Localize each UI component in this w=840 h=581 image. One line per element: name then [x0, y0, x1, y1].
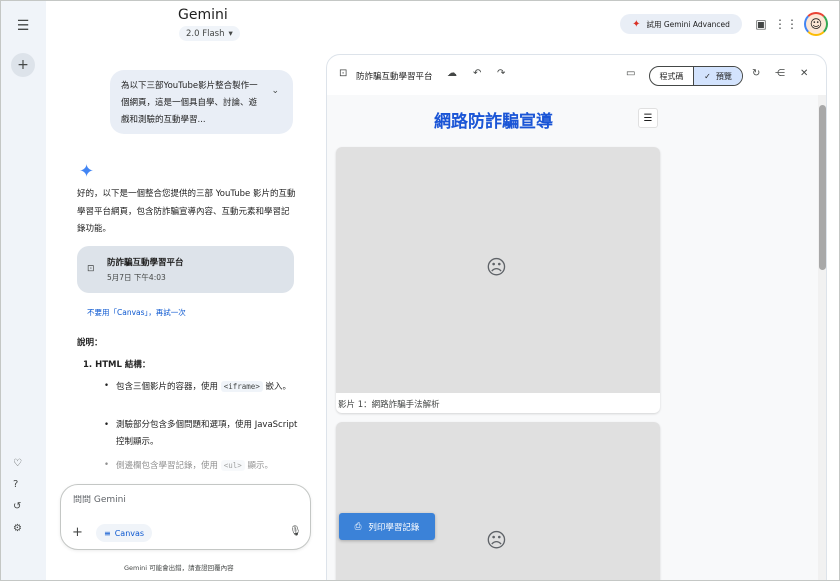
plus-icon: +	[17, 57, 29, 73]
canvas-preview: 網路防詐騙宣導 ☰ ☹ 影片 1：網路詐騙手法解析 ☹ ⎙ 列印學習記錄	[327, 95, 826, 580]
prompt-input[interactable]	[73, 495, 293, 505]
code-tab[interactable]: 程式碼	[650, 67, 694, 85]
preview-tab[interactable]: ✓ 預覽	[694, 67, 742, 85]
bullet-item: 包含三個影片的容器，使用 <iframe> 嵌入。	[104, 378, 301, 396]
avatar[interactable]: ☺	[804, 12, 828, 36]
video-caption: 影片 1：網路詐騙手法解析	[338, 400, 440, 410]
video-embed-frame[interactable]: ☹	[336, 422, 660, 580]
code-preview-toggle: 程式碼 ✓ 預覽	[649, 66, 743, 86]
brand-title: Gemini	[178, 7, 228, 23]
user-prompt-text: 為以下三部YouTube影片整合製作一個網頁，這是一個具自學、討論、遊戲和測驗的…	[121, 81, 258, 125]
prompt-composer: + ≡ Canvas 🎙	[60, 484, 311, 550]
history-icon[interactable]: ↺	[13, 501, 21, 512]
answer-intro: 好的，以下是一個整合您提供的三部 YouTube 影片的互動學習平台網頁，包含防…	[77, 189, 296, 234]
scrollbar-thumb[interactable]	[819, 105, 826, 270]
refresh-icon[interactable]: ↻	[752, 68, 760, 79]
microphone-icon[interactable]: 🎙	[289, 526, 302, 537]
section-title: 說明：	[77, 338, 103, 348]
bullet-item: 測驗部分包含多個問題和選項，使用 JavaScript 控制顯示。	[104, 417, 301, 451]
canvas-panel: ⊡ 防詐騙互動學習平台 ☁ ↶ ↷ ▭ 程式碼 ✓ 預覽 ↻ ⋲ ✕ 網路防詐騙…	[326, 54, 827, 580]
list-item-html-structure: 1. HTML 結構：	[83, 360, 151, 370]
bullet-text: 測驗部分包含多個問題和選項，使用 JavaScript 控制顯示。	[116, 420, 298, 447]
video-card: ☹	[336, 422, 660, 580]
disclaimer: Gemini 可能會出錯，請查證回覆內容	[124, 564, 234, 572]
expand-chevron-icon[interactable]: ⌄	[271, 83, 279, 100]
canvas-icon: ≡	[104, 528, 111, 538]
bullet-text: 嵌入。	[262, 382, 292, 392]
model-selector[interactable]: 2.0 Flash ▾	[179, 26, 240, 41]
gear-icon[interactable]: ⚙	[13, 523, 22, 534]
preview-scrollbar[interactable]	[818, 95, 826, 580]
advanced-label: 試用 Gemini Advanced	[646, 19, 730, 29]
model-label: 2.0 Flash	[186, 28, 225, 39]
canvas-header: ⊡ 防詐騙互動學習平台 ☁ ↶ ↷ ▭ 程式碼 ✓ 預覽 ↻ ⋲ ✕	[327, 55, 826, 95]
add-attachment-plus-icon[interactable]: +	[72, 525, 83, 540]
help-icon[interactable]: ?	[13, 479, 18, 490]
check-icon: ✓	[704, 71, 711, 81]
inline-code: <ul>	[220, 460, 245, 471]
undo-icon[interactable]: ↶	[473, 68, 481, 79]
preview-tab-label: 預覽	[715, 71, 732, 81]
bullet-text: 包含三個影片的容器，使用	[116, 382, 221, 392]
gem-heart-icon[interactable]: ♡	[13, 458, 22, 469]
close-icon[interactable]: ✕	[800, 68, 808, 79]
video-embed-frame[interactable]: ☹	[336, 147, 660, 393]
bullet-text: 側邊欄包含學習記錄，使用	[116, 461, 221, 471]
preview-hamburger-icon[interactable]: ☰	[638, 108, 658, 128]
redo-icon[interactable]: ↷	[497, 68, 505, 79]
preview-page-title: 網路防詐騙宣導	[434, 112, 553, 132]
cloud-icon[interactable]: ☁	[447, 68, 457, 79]
doc-card-title: 防詐騙互動學習平台	[107, 258, 184, 268]
new-chat-button[interactable]: +	[11, 53, 35, 77]
video-card: ☹ 影片 1：網路詐騙手法解析	[336, 147, 660, 413]
retry-without-canvas-link[interactable]: 不要用「Canvas」，再試一次	[87, 307, 186, 318]
doc-card-time: 5月7日 下午4:03	[107, 273, 166, 282]
gemini-window: ☰ + ♡ ? ↺ ⚙ Gemini 2.0 Flash ▾ ✦ 試用 Gemi…	[0, 0, 840, 581]
apps-grid-icon[interactable]: ⋮⋮	[774, 15, 798, 33]
bullet-item: 側邊欄包含學習記錄，使用 <ul> 顯示。	[104, 457, 301, 475]
main-area: Gemini 2.0 Flash ▾ ✦ 試用 Gemini Advanced …	[46, 1, 839, 580]
canvas-label: Canvas	[114, 528, 145, 538]
bullet-text: 顯示。	[244, 461, 273, 471]
canvas-doc-card[interactable]: ⊡ 防詐騙互動學習平台 5月7日 下午4:03	[77, 246, 294, 293]
left-rail: ☰ + ♡ ? ↺ ⚙	[1, 1, 46, 580]
print-record-button[interactable]: ⎙ 列印學習記錄	[339, 513, 435, 540]
briefcase-icon[interactable]: ▣	[752, 15, 770, 33]
broken-file-icon: ☹	[486, 255, 507, 279]
try-advanced-button[interactable]: ✦ 試用 Gemini Advanced	[620, 14, 742, 34]
document-icon: ⊡	[339, 68, 348, 79]
share-icon[interactable]: ⋲	[775, 68, 785, 79]
hamburger-icon[interactable]: ☰	[11, 14, 35, 38]
gemini-spark-icon: ✦	[79, 161, 95, 182]
inline-code: <iframe>	[220, 381, 263, 392]
console-icon[interactable]: ▭	[626, 68, 635, 79]
sparkle-icon: ✦	[632, 18, 641, 30]
print-label: 列印學習記錄	[368, 522, 420, 533]
user-prompt-bubble: 為以下三部YouTube影片整合製作一個網頁，這是一個具自學、討論、遊戲和測驗的…	[110, 70, 293, 134]
document-icon: ⊡	[87, 264, 95, 274]
canvas-title: 防詐騙互動學習平台	[356, 72, 433, 82]
canvas-toggle-button[interactable]: ≡ Canvas	[96, 524, 153, 542]
printer-icon: ⎙	[354, 521, 362, 532]
broken-file-icon: ☹	[486, 528, 507, 552]
caret-down-icon: ▾	[228, 28, 233, 39]
